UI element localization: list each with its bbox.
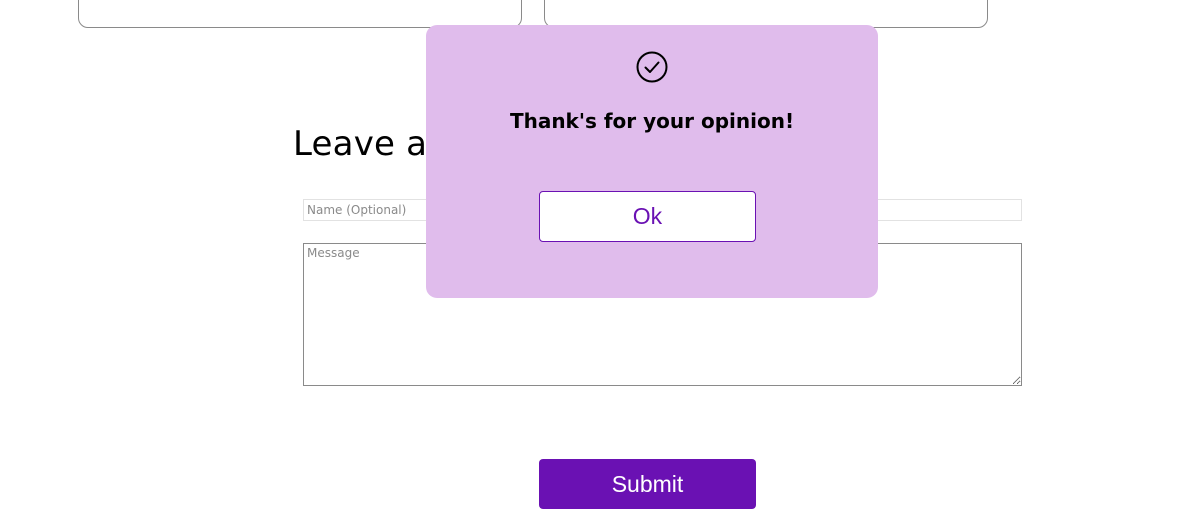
ok-button[interactable]: Ok [539,191,756,242]
content-card-left [78,0,522,28]
dialog-message: Thank's for your opinion! [509,109,795,133]
content-card-right [544,0,988,28]
submit-button[interactable]: Submit [539,459,756,509]
confirmation-dialog: Thank's for your opinion! Ok [426,25,878,298]
check-circle-icon [636,51,668,83]
